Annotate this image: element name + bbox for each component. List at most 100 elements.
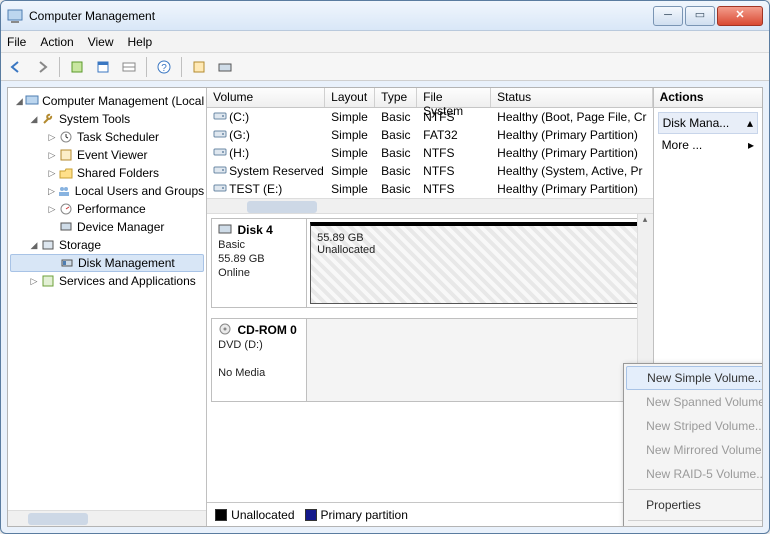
tree-shared-folders[interactable]: ▷ Shared Folders [10, 164, 204, 182]
toolbar-icon-5[interactable] [214, 56, 236, 78]
tree-pane: ◢ Computer Management (Local ◢ System To… [8, 88, 207, 526]
toolbar-icon-4[interactable] [188, 56, 210, 78]
disk-icon [218, 223, 232, 235]
col-layout[interactable]: Layout [325, 88, 375, 107]
cm-help[interactable]: Help [626, 524, 763, 527]
tree-disk-management[interactable]: Disk Management [10, 254, 204, 272]
menubar: File Action View Help [1, 31, 769, 53]
part-state: Unallocated [317, 244, 375, 256]
tree-performance[interactable]: ▷ Performance [10, 200, 204, 218]
forward-button[interactable] [31, 56, 53, 78]
tree-root[interactable]: ◢ Computer Management (Local [10, 92, 204, 110]
cm-new-striped-volume: New Striped Volume... [626, 414, 763, 438]
volume-row[interactable]: (G:)SimpleBasicFAT32Healthy (Primary Par… [207, 126, 652, 144]
tree-label: Services and Applications [59, 274, 196, 288]
drive-icon [213, 182, 227, 196]
action-more[interactable]: More ... ▸ [658, 134, 758, 156]
services-icon [40, 273, 56, 289]
cdrom-info: CD-ROM 0 DVD (D:) No Media [212, 319, 307, 401]
volume-row[interactable]: TEST (E:)SimpleBasicNTFSHealthy (Primary… [207, 180, 652, 198]
col-volume[interactable]: Volume [207, 88, 325, 107]
performance-icon [58, 201, 74, 217]
disk-mgmt-icon [59, 255, 75, 271]
tree-services-apps[interactable]: ▷ Services and Applications [10, 272, 204, 290]
close-button[interactable]: ✕ [717, 6, 763, 26]
tree-task-scheduler[interactable]: ▷ Task Scheduler [10, 128, 204, 146]
volume-list-header: Volume Layout Type File System Status [207, 88, 652, 108]
volume-row[interactable]: System ReservedSimpleBasicNTFSHealthy (S… [207, 162, 652, 180]
help-icon[interactable]: ? [153, 56, 175, 78]
maximize-button[interactable]: ▭ [685, 6, 715, 26]
volume-h-scrollbar[interactable] [207, 198, 652, 214]
actions-header: Actions [654, 88, 762, 108]
device-icon [58, 219, 74, 235]
titlebar: Computer Management ─ ▭ ✕ [1, 1, 769, 31]
drive-icon [213, 128, 227, 142]
tree-label: Disk Management [78, 256, 175, 270]
action-label: Disk Mana... [663, 116, 730, 130]
window-buttons: ─ ▭ ✕ [653, 6, 763, 26]
collapse-icon: ▴ [747, 116, 753, 130]
disk4-size: 55.89 GB [218, 253, 264, 265]
clock-icon [58, 129, 74, 145]
action-disk-management[interactable]: Disk Mana... ▴ [658, 112, 758, 134]
menu-file[interactable]: File [7, 35, 26, 49]
toolbar-icon-3[interactable] [118, 56, 140, 78]
drive-icon [213, 146, 227, 160]
tree-system-tools[interactable]: ◢ System Tools [10, 110, 204, 128]
menu-view[interactable]: View [88, 35, 114, 49]
tree-h-scrollbar[interactable] [8, 510, 206, 526]
col-filesystem[interactable]: File System [417, 88, 491, 107]
cdrom-type: DVD (D:) [218, 339, 263, 351]
drive-icon [213, 164, 227, 178]
disk-row-cdrom: CD-ROM 0 DVD (D:) No Media [211, 318, 648, 402]
legend: Unallocated Primary partition [207, 502, 652, 526]
legend-unallocated: Unallocated [231, 508, 294, 522]
disk-row-disk4: Disk 4 Basic 55.89 GB Online 55.89 GB Un… [211, 218, 648, 308]
client-area: ◢ Computer Management (Local ◢ System To… [7, 87, 763, 527]
cm-new-simple-volume[interactable]: New Simple Volume... [626, 366, 763, 390]
toolbar-icon-1[interactable] [66, 56, 88, 78]
legend-primary: Primary partition [321, 508, 408, 522]
menu-action[interactable]: Action [40, 35, 73, 49]
disk4-info: Disk 4 Basic 55.89 GB Online [212, 219, 307, 307]
cdrom-state: No Media [218, 367, 265, 379]
svg-text:?: ? [161, 63, 167, 74]
minimize-button[interactable]: ─ [653, 6, 683, 26]
volume-row[interactable]: (C:)SimpleBasicNTFSHealthy (Boot, Page F… [207, 108, 652, 126]
tree-device-manager[interactable]: Device Manager [10, 218, 204, 236]
tree-local-users[interactable]: ▷ Local Users and Groups [10, 182, 204, 200]
cm-new-mirrored-volume: New Mirrored Volume... [626, 438, 763, 462]
users-icon [57, 183, 72, 199]
action-label: More ... [662, 138, 703, 152]
tree-label: Device Manager [77, 220, 164, 234]
folder-shared-icon [58, 165, 74, 181]
graphical-view: Disk 4 Basic 55.89 GB Online 55.89 GB Un… [207, 214, 652, 502]
tree-label: Task Scheduler [77, 130, 159, 144]
toolbar: ? [1, 53, 769, 81]
tree-label: Local Users and Groups [75, 184, 204, 198]
tree-label: Shared Folders [77, 166, 159, 180]
volume-row[interactable]: (H:)SimpleBasicNTFSHealthy (Primary Part… [207, 144, 652, 162]
window-title: Computer Management [29, 9, 653, 23]
cdrom-title: CD-ROM 0 [238, 323, 297, 337]
tree-label: System Tools [59, 112, 130, 126]
col-type[interactable]: Type [375, 88, 417, 107]
toolbar-icon-2[interactable] [92, 56, 114, 78]
col-status[interactable]: Status [491, 88, 652, 107]
center-pane: Volume Layout Type File System Status (C… [207, 88, 653, 526]
tree-event-viewer[interactable]: ▷ Event Viewer [10, 146, 204, 164]
storage-icon [40, 237, 56, 253]
chevron-right-icon: ▸ [748, 138, 754, 152]
cm-properties[interactable]: Properties [626, 493, 763, 517]
tree-storage[interactable]: ◢ Storage [10, 236, 204, 254]
back-button[interactable] [5, 56, 27, 78]
tree-label: Performance [77, 202, 146, 216]
disk4-state: Online [218, 267, 250, 279]
disk4-unallocated-partition[interactable]: 55.89 GB Unallocated [310, 222, 644, 304]
tree-root-label: Computer Management (Local [42, 94, 204, 108]
cdrom-icon [218, 323, 232, 335]
menu-help[interactable]: Help [128, 35, 153, 49]
tools-icon [40, 111, 56, 127]
volume-list: (C:)SimpleBasicNTFSHealthy (Boot, Page F… [207, 108, 652, 198]
